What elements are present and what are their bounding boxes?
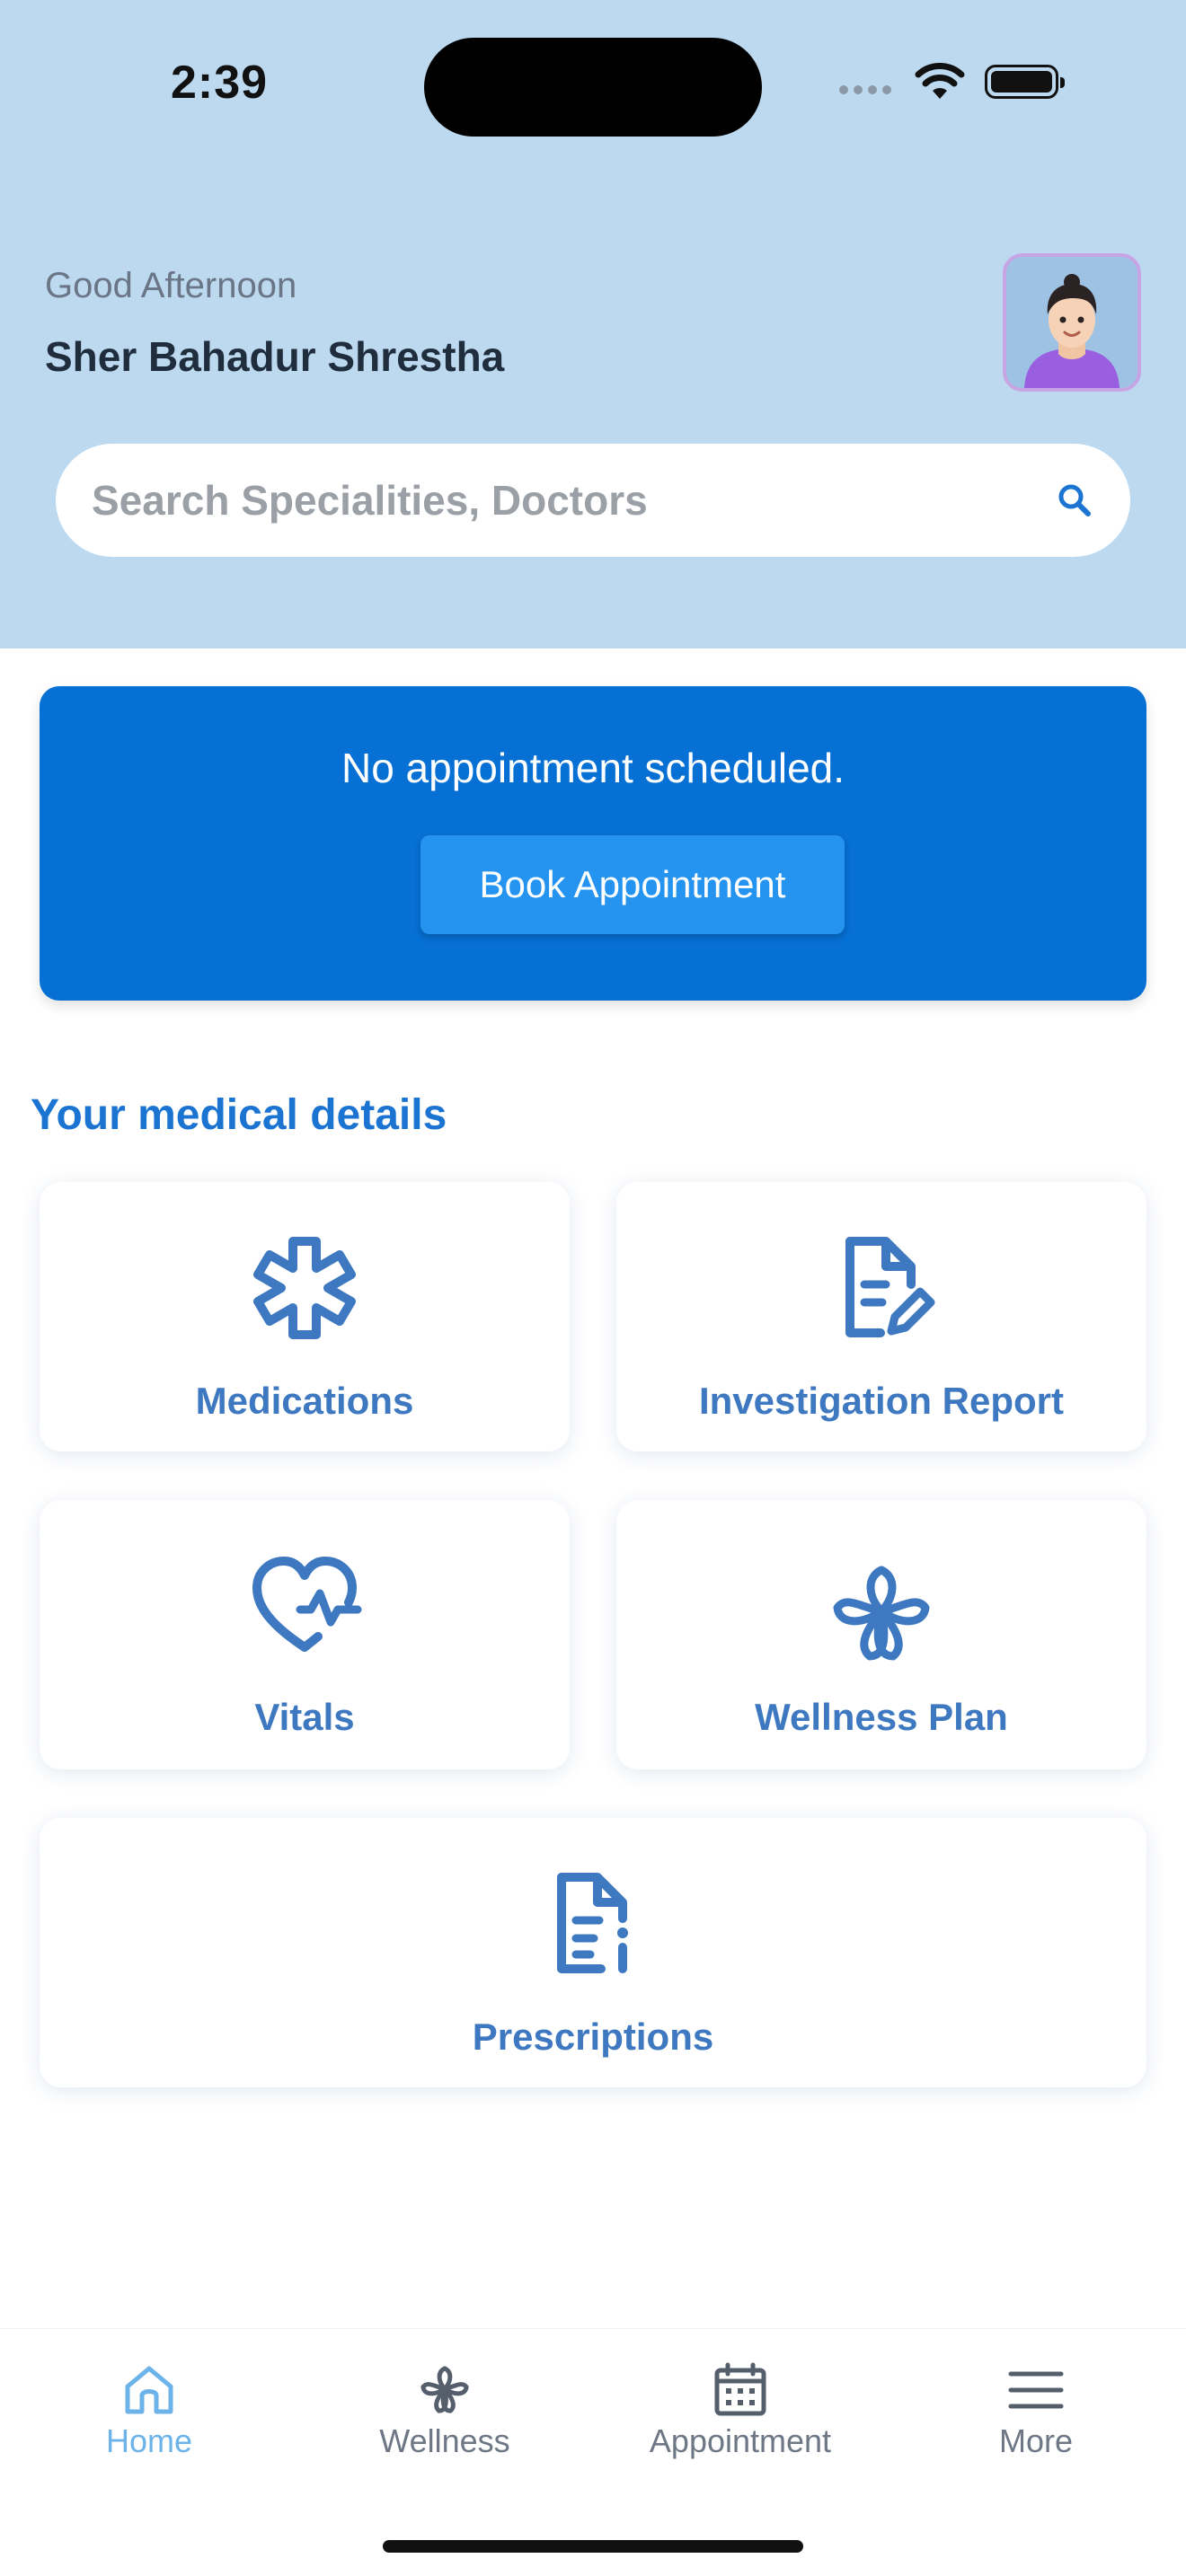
nav-label: Home xyxy=(105,2422,193,2459)
tile-label: Prescriptions xyxy=(472,2016,714,2058)
appointment-status-text: No appointment scheduled. xyxy=(341,745,845,791)
appointment-card: No appointment scheduled. Book Appointme… xyxy=(40,686,1146,1001)
search-bar[interactable] xyxy=(56,444,1130,557)
home-icon xyxy=(125,2366,173,2414)
document-info-icon xyxy=(557,1873,628,1973)
tile-label: Vitals xyxy=(254,1696,355,1738)
status-time: 2:39 xyxy=(171,57,269,109)
search-input[interactable] xyxy=(92,476,1055,525)
tile-wellness-plan[interactable]: Wellness Plan xyxy=(616,1500,1146,1769)
header: 2:39 Good Afternoon Sher Bahadur Shresth… xyxy=(0,0,1186,648)
tile-vitals[interactable]: Vitals xyxy=(40,1500,570,1769)
nav-label: More xyxy=(998,2422,1074,2459)
calendar-icon xyxy=(714,2362,766,2416)
signal-icon xyxy=(839,85,891,94)
search-icon[interactable] xyxy=(1055,481,1094,520)
user-avatar-icon xyxy=(1024,274,1120,388)
flower-icon xyxy=(420,2366,469,2413)
greeting-text: Good Afternoon xyxy=(45,266,297,305)
tile-medications[interactable]: Medications xyxy=(40,1182,570,1451)
avatar[interactable] xyxy=(1003,253,1141,392)
section-title: Your medical details xyxy=(31,1091,447,1139)
tile-label: Wellness Plan xyxy=(755,1696,1008,1738)
tile-investigation-report[interactable]: Investigation Report xyxy=(616,1182,1146,1451)
tile-prescriptions[interactable]: Prescriptions xyxy=(40,1818,1146,2087)
medical-star-icon xyxy=(253,1237,356,1339)
wifi-icon xyxy=(915,63,965,99)
tile-label: Medications xyxy=(195,1380,414,1422)
nav-item-home[interactable]: Home xyxy=(32,2361,266,2460)
book-appointment-button[interactable]: Book Appointment xyxy=(420,835,845,934)
flower-icon xyxy=(833,1566,930,1661)
nav-label: Appointment xyxy=(649,2422,832,2459)
tile-label: Investigation Report xyxy=(698,1380,1065,1422)
nav-item-wellness[interactable]: Wellness xyxy=(328,2361,562,2460)
status-icons xyxy=(839,63,1065,101)
menu-icon xyxy=(1008,2371,1064,2409)
home-indicator xyxy=(383,2540,803,2553)
battery-icon xyxy=(985,65,1065,99)
document-edit-icon xyxy=(845,1237,935,1337)
nav-item-more[interactable]: More xyxy=(919,2361,1153,2460)
heart-pulse-icon xyxy=(252,1557,362,1652)
dynamic-island xyxy=(424,38,762,137)
nav-item-appointment[interactable]: Appointment xyxy=(624,2361,857,2460)
user-name: Sher Bahadur Shrestha xyxy=(45,333,505,380)
bottom-nav: Home Wellness Appointment More xyxy=(0,2328,1186,2576)
nav-label: Wellness xyxy=(379,2422,510,2459)
